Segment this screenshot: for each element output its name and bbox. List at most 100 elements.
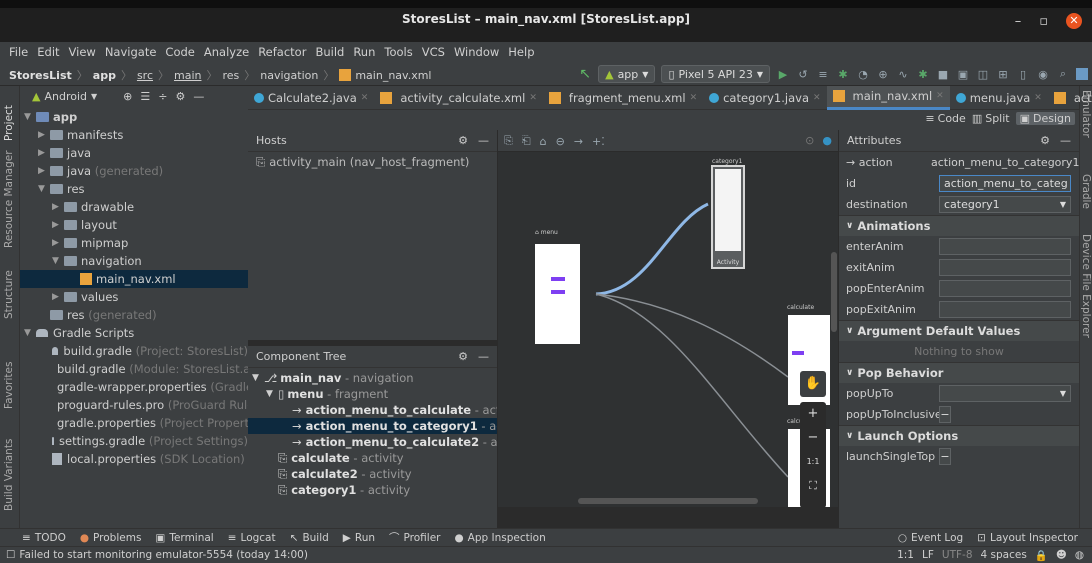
vertical-scrollbar[interactable] <box>831 252 837 332</box>
tree-node-res-generated[interactable]: res (generated) <box>20 306 248 324</box>
tree-node-gradle-properties[interactable]: gradle.properties (Project Properties) <box>20 414 248 432</box>
gear-icon[interactable]: ⚙ <box>1040 134 1050 147</box>
info-icon[interactable]: ● <box>822 134 832 147</box>
split-view-button[interactable]: ▥ Split <box>972 112 1010 125</box>
menu-help[interactable]: Help <box>508 45 534 59</box>
menu-tools[interactable]: Tools <box>384 45 412 59</box>
deeplink-icon[interactable]: ⊖ <box>556 135 565 148</box>
pop-up-to-inclusive-toggle[interactable]: − <box>939 406 951 423</box>
launch-single-top-toggle[interactable]: − <box>939 448 951 465</box>
zoom-out-button[interactable]: − <box>800 426 826 450</box>
profile-icon[interactable]: ◔ <box>856 67 870 81</box>
component-node-main-nav[interactable]: ▼ ⎇ main_nav - navigation <box>248 370 497 386</box>
breadcrumb-module[interactable]: app <box>93 69 116 82</box>
close-tab-icon[interactable]: ✕ <box>361 93 369 103</box>
emulator-icon[interactable]: ▯ <box>1016 67 1030 81</box>
menu-run[interactable]: Run <box>353 45 375 59</box>
line-separator[interactable]: LF <box>922 549 934 561</box>
hide-icon[interactable]: — <box>193 90 204 103</box>
auto-arrange-icon[interactable]: +⁚ <box>592 135 605 148</box>
tree-node-main-nav-xml[interactable]: main_nav.xml <box>20 270 248 288</box>
hide-icon[interactable]: — <box>478 350 489 363</box>
caret-position[interactable]: 1:1 <box>897 549 914 561</box>
avd-icon[interactable]: ▣ <box>956 67 970 81</box>
breadcrumb-src[interactable]: src <box>137 69 153 82</box>
collapse-all-icon[interactable]: ÷ <box>158 90 167 103</box>
exit-anim-field[interactable] <box>939 259 1071 276</box>
host-item[interactable]: ⎘ activity_main (nav_host_fragment) <box>248 152 497 172</box>
id-field[interactable]: action_menu_to_categ <box>939 175 1071 192</box>
device-dropdown[interactable]: ▯ Pixel 5 API 23 ▼ <box>661 65 770 83</box>
gear-icon[interactable]: ⚙ <box>458 134 468 147</box>
resource-manager-tool-tab[interactable]: Resource Manager <box>3 150 15 248</box>
tree-node-proguard[interactable]: proguard-rules.pro (ProGuard Rules for S… <box>20 396 248 414</box>
run-config-dropdown[interactable]: ▲ app ▼ <box>598 65 656 83</box>
tree-node-local-properties[interactable]: local.properties (SDK Location) <box>20 450 248 468</box>
menu-edit[interactable]: Edit <box>37 45 59 59</box>
menu-window[interactable]: Window <box>454 45 499 59</box>
pop-behavior-section[interactable]: ∨ Pop Behavior <box>839 362 1079 383</box>
tree-node-settings-gradle[interactable]: settings.gradle (Project Settings) <box>20 432 248 450</box>
menu-vcs[interactable]: VCS <box>422 45 445 59</box>
tree-node-drawable[interactable]: ▶ drawable <box>20 198 248 216</box>
tree-node-build-gradle-project[interactable]: build.gradle (Project: StoresList) <box>20 342 248 360</box>
file-encoding[interactable]: UTF-8 <box>942 549 973 561</box>
warnings-icon[interactable]: ⊙ <box>805 134 814 147</box>
indent-setting[interactable]: 4 spaces <box>981 549 1027 561</box>
app-inspection-tool-button[interactable]: ● App Inspection <box>454 532 545 544</box>
tree-node-res[interactable]: ▼ res <box>20 180 248 198</box>
action-arrow-category1[interactable] <box>595 202 709 296</box>
action-arrow-calculate2[interactable] <box>595 293 789 478</box>
maximize-icon[interactable]: ▫ <box>1039 14 1048 29</box>
tree-node-gradle-scripts[interactable]: ▼ Gradle Scripts <box>20 324 248 342</box>
tree-node-manifests[interactable]: ▶ manifests <box>20 126 248 144</box>
tab-fragment-menu-xml[interactable]: fragment_menu.xml ✕ <box>543 86 703 110</box>
close-icon[interactable]: ✕ <box>1066 13 1082 29</box>
debug-icon[interactable]: ✱ <box>836 67 850 81</box>
device-file-explorer-tool-tab[interactable]: Device File Explorer <box>1080 234 1092 338</box>
favorites-tool-tab[interactable]: Favorites <box>3 362 15 409</box>
gear-icon[interactable]: ⚙ <box>458 350 468 363</box>
close-tab-icon[interactable]: ✕ <box>690 93 698 103</box>
nested-graph-icon[interactable]: ⎗ <box>522 134 531 148</box>
design-view-button[interactable]: ▣ Design <box>1015 112 1075 125</box>
tab-calculate2-java[interactable]: Calculate2.java ✕ <box>248 86 374 110</box>
new-destination-icon[interactable]: ⎘ <box>504 134 513 148</box>
menu-navigate[interactable]: Navigate <box>105 45 157 59</box>
code-view-button[interactable]: ≡ Code <box>925 112 965 125</box>
pop-enter-anim-field[interactable] <box>939 280 1071 297</box>
structure-tool-tab[interactable]: Structure <box>3 270 15 319</box>
tree-node-mipmap[interactable]: ▶ mipmap <box>20 234 248 252</box>
stop-icon[interactable]: ■ <box>936 67 950 81</box>
gear-icon[interactable]: ⚙ <box>175 90 185 103</box>
tree-node-navigation[interactable]: ▼ navigation <box>20 252 248 270</box>
terminal-tool-button[interactable]: ▣ Terminal <box>155 532 213 544</box>
apply-changes-icon[interactable]: ↺ <box>796 67 810 81</box>
breadcrumb-project[interactable]: StoresList <box>9 69 72 82</box>
component-node-action-calculate[interactable]: →action_menu_to_calculate - action <box>248 402 497 418</box>
build-variants-tool-tab[interactable]: Build Variants <box>3 439 15 511</box>
tree-node-layout[interactable]: ▶ layout <box>20 216 248 234</box>
tab-menu-java[interactable]: menu.java ✕ <box>950 86 1048 110</box>
device-manager-icon[interactable]: ✱ <box>916 67 930 81</box>
account-icon[interactable] <box>1076 68 1088 80</box>
zoom-in-button[interactable]: + <box>800 402 826 426</box>
minimize-icon[interactable]: – <box>1015 14 1022 29</box>
lock-icon[interactable]: 🔒 <box>1035 549 1048 562</box>
layout-inspector-icon[interactable]: ⊞ <box>996 67 1010 81</box>
close-tab-icon[interactable]: ✕ <box>936 91 944 101</box>
pop-up-to-dropdown[interactable]: ▼ <box>939 385 1071 402</box>
add-action-icon[interactable]: → <box>574 135 583 148</box>
inspector-icon[interactable]: ☻ <box>1056 549 1067 561</box>
hide-icon[interactable]: — <box>1060 134 1071 147</box>
zoom-fit-button[interactable]: ⛶ <box>800 474 826 498</box>
tree-node-java-generated[interactable]: ▶ java (generated) <box>20 162 248 180</box>
breadcrumb-main[interactable]: main <box>174 69 201 82</box>
component-node-category1[interactable]: ⎘ category1 - activity <box>248 482 497 498</box>
close-tab-icon[interactable]: ✕ <box>1034 93 1042 103</box>
launch-options-section[interactable]: ∨ Launch Options <box>839 425 1079 446</box>
sdk-icon[interactable]: ◫ <box>976 67 990 81</box>
tab-activ[interactable]: activ▼⋮ <box>1048 86 1092 110</box>
todo-tool-button[interactable]: ≡ TODO <box>22 532 66 544</box>
close-tab-icon[interactable]: ✕ <box>813 93 821 103</box>
